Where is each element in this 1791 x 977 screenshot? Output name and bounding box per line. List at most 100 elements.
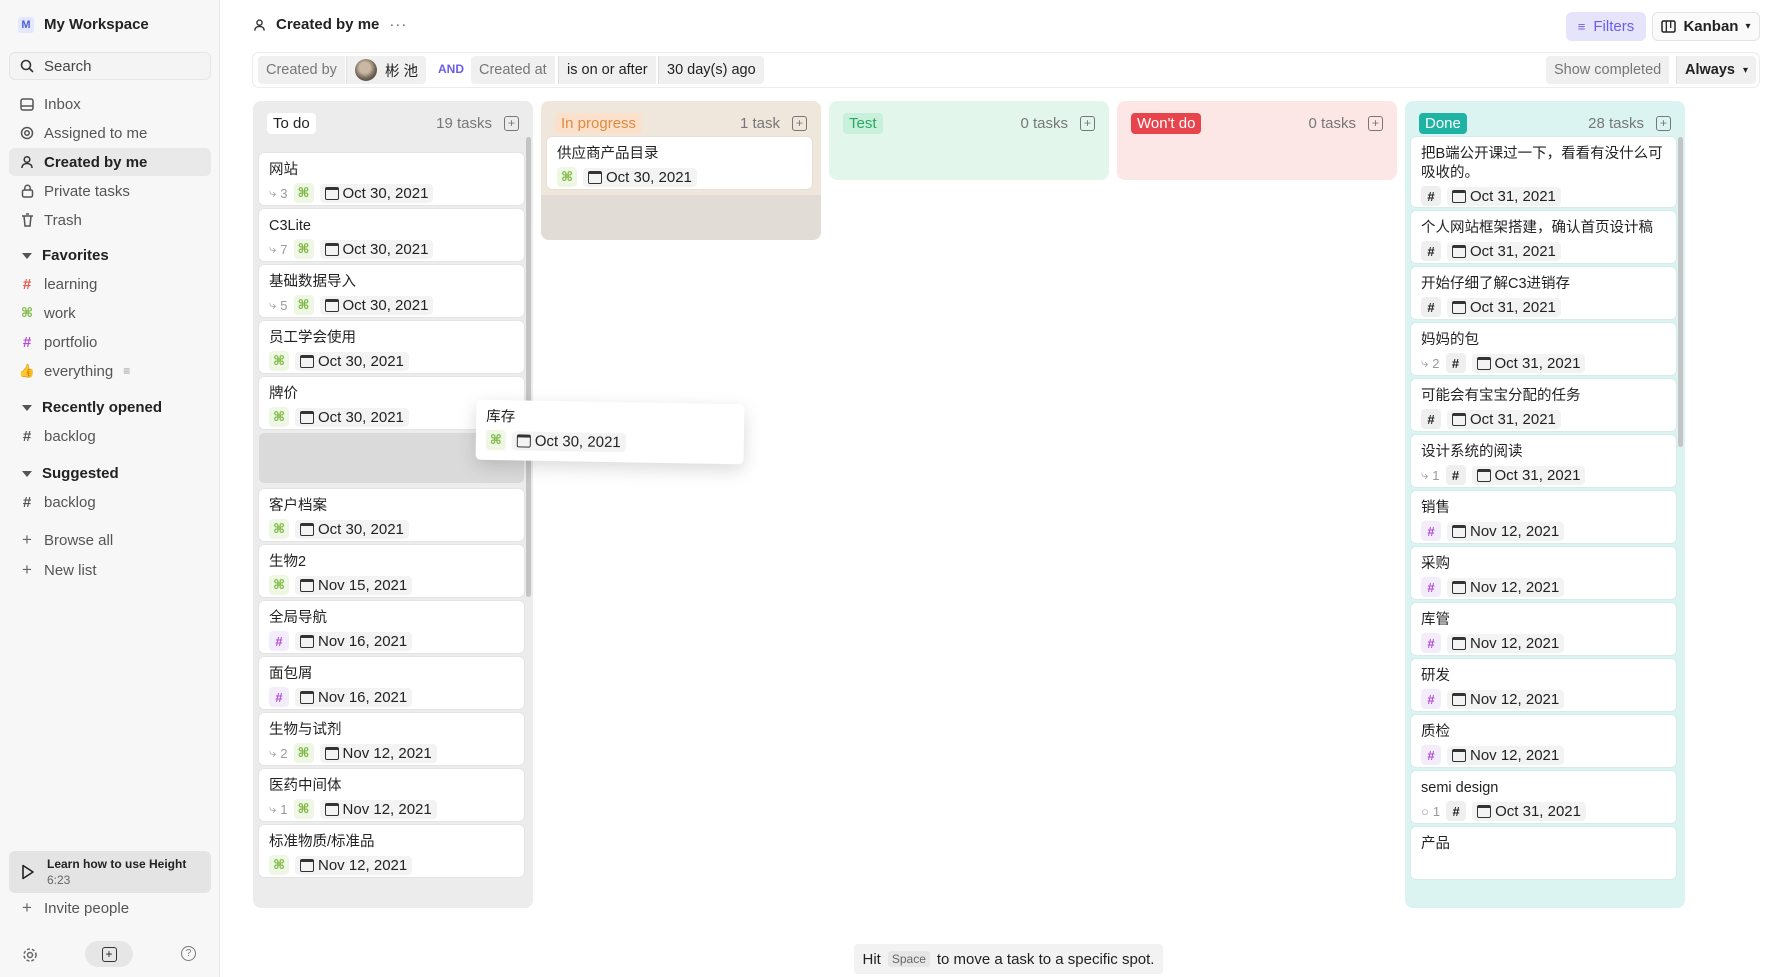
task-card[interactable]: 医药中间体 ⤷ 1 ⌘ Nov 12, 2021 — [259, 769, 524, 821]
nav-label: Created by me — [44, 153, 148, 171]
task-card[interactable]: 把B端公开课过一下，看看有没什么可吸收的。 # Oct 31, 2021 — [1411, 137, 1676, 207]
nav-created-by-me[interactable]: Created by me — [9, 148, 211, 176]
due-date[interactable]: Nov 16, 2021 — [295, 687, 413, 707]
new-task-button[interactable]: + — [85, 941, 133, 967]
task-card[interactable]: semi design ○ 1 # Oct 31, 2021 — [1411, 771, 1676, 823]
due-date[interactable]: Nov 12, 2021 — [1447, 577, 1565, 597]
task-card[interactable]: 生物2 ⌘ Nov 15, 2021 — [259, 545, 524, 597]
suggested-backlog[interactable]: # backlog — [9, 488, 211, 516]
due-date[interactable]: Nov 12, 2021 — [1447, 689, 1565, 709]
filters-button[interactable]: ≡ Filters — [1566, 12, 1646, 41]
task-card[interactable]: 员工学会使用 ⌘ Oct 30, 2021 — [259, 321, 524, 373]
task-card[interactable]: 客户档案 ⌘ Oct 30, 2021 — [259, 489, 524, 541]
help-icon[interactable]: ? — [181, 946, 196, 961]
due-date[interactable]: Oct 30, 2021 — [511, 430, 626, 452]
due-date[interactable]: Oct 30, 2021 — [295, 351, 409, 371]
search-input[interactable]: Search — [9, 52, 211, 80]
task-card[interactable]: 采购 # Nov 12, 2021 — [1411, 547, 1676, 599]
filter-operator[interactable]: is on or after — [558, 56, 656, 84]
due-date[interactable]: Oct 31, 2021 — [1447, 297, 1561, 317]
due-date[interactable]: Oct 30, 2021 — [319, 183, 434, 203]
nav-private[interactable]: Private tasks — [9, 177, 211, 205]
scrollbar[interactable] — [1678, 137, 1683, 447]
due-date-text: Oct 31, 2021 — [1470, 298, 1556, 316]
new-list-button[interactable]: + New list — [9, 556, 211, 584]
dragging-task-card[interactable]: 库存 ⌘ Oct 30, 2021 — [475, 399, 745, 465]
filter-value[interactable]: 30 day(s) ago — [658, 56, 764, 84]
due-date[interactable]: Oct 31, 2021 — [1471, 353, 1586, 373]
more-options-icon[interactable]: ··· — [389, 16, 407, 33]
task-card[interactable]: 面包屑 # Nov 16, 2021 — [259, 657, 524, 709]
add-task-icon[interactable]: + — [504, 115, 519, 131]
task-card[interactable]: 妈妈的包 ⤷ 2 # Oct 31, 2021 — [1411, 323, 1676, 375]
nav-assigned[interactable]: Assigned to me — [9, 119, 211, 147]
task-card[interactable]: 可能会有宝宝分配的任务 # Oct 31, 2021 — [1411, 379, 1676, 431]
column-label[interactable]: Won't do — [1131, 112, 1202, 134]
suggested-header[interactable]: Suggested — [22, 465, 119, 482]
favorite-work[interactable]: ⌘ work — [9, 299, 211, 327]
due-date[interactable]: Nov 16, 2021 — [295, 631, 413, 651]
scrollbar[interactable] — [526, 137, 531, 597]
browse-all-button[interactable]: + Browse all — [9, 526, 211, 554]
due-date[interactable]: Nov 12, 2021 — [1447, 745, 1565, 765]
nav-inbox[interactable]: Inbox — [9, 90, 211, 118]
invite-people-button[interactable]: + Invite people — [9, 894, 211, 922]
due-date[interactable]: Nov 15, 2021 — [295, 575, 413, 595]
column-label[interactable]: Test — [843, 112, 883, 134]
due-date[interactable]: Nov 12, 2021 — [319, 743, 437, 763]
due-date[interactable]: Oct 30, 2021 — [583, 167, 697, 187]
filter-created-by-label[interactable]: Created by — [258, 56, 345, 84]
favorites-header[interactable]: Favorites — [22, 247, 109, 264]
recent-backlog[interactable]: # backlog — [9, 422, 211, 450]
task-card[interactable]: 销售 # Nov 12, 2021 — [1411, 491, 1676, 543]
favorite-everything[interactable]: 👍 everything ≡ — [9, 357, 211, 385]
task-card[interactable]: 质检 # Nov 12, 2021 — [1411, 715, 1676, 767]
task-card[interactable]: 全局导航 # Nov 16, 2021 — [259, 601, 524, 653]
column-label[interactable]: To do — [267, 112, 316, 134]
view-switcher[interactable]: Kanban ▾ — [1652, 12, 1760, 41]
due-date[interactable]: Nov 12, 2021 — [295, 855, 413, 875]
recent-header[interactable]: Recently opened — [22, 399, 162, 416]
due-date[interactable]: Oct 30, 2021 — [319, 239, 434, 259]
task-card[interactable]: 生物与试剂 ⤷ 2 ⌘ Nov 12, 2021 — [259, 713, 524, 765]
favorite-portfolio[interactable]: # portfolio — [9, 328, 211, 356]
add-task-icon[interactable]: + — [1656, 115, 1671, 131]
add-task-icon[interactable]: + — [1368, 115, 1383, 131]
task-card[interactable]: 个人网站框架搭建，确认首页设计稿 # Oct 31, 2021 — [1411, 211, 1676, 263]
task-card[interactable]: 基础数据导入 ⤷ 5 ⌘ Oct 30, 2021 — [259, 265, 524, 317]
column-label[interactable]: Done — [1419, 112, 1467, 134]
task-title: 医药中间体 — [269, 778, 342, 794]
and-operator[interactable]: AND — [438, 62, 464, 76]
task-card[interactable]: 网站 ⤷ 3 ⌘ Oct 30, 2021 — [259, 153, 524, 205]
add-task-icon[interactable]: + — [792, 115, 807, 131]
task-card[interactable]: 供应商产品目录 ⌘ Oct 30, 2021 — [547, 137, 812, 189]
add-task-icon[interactable]: + — [1080, 115, 1095, 131]
task-card[interactable]: C3Lite ⤷ 7 ⌘ Oct 30, 2021 — [259, 209, 524, 261]
due-date[interactable]: Oct 30, 2021 — [295, 519, 409, 539]
due-date[interactable]: Oct 31, 2021 — [1472, 801, 1586, 821]
learn-video-card[interactable]: Learn how to use Height 6:23 — [9, 851, 211, 893]
filter-created-at-label[interactable]: Created at — [471, 56, 555, 84]
due-date[interactable]: Oct 31, 2021 — [1471, 465, 1586, 485]
task-card[interactable]: 库管 # Nov 12, 2021 — [1411, 603, 1676, 655]
column-label[interactable]: In progress — [555, 112, 643, 134]
show-completed-select[interactable]: Always ▾ — [1676, 56, 1757, 84]
nav-trash[interactable]: Trash — [9, 206, 211, 234]
due-date[interactable]: Oct 31, 2021 — [1447, 409, 1561, 429]
gear-icon[interactable] — [22, 947, 38, 963]
favorite-learning[interactable]: # learning — [9, 270, 211, 298]
task-card[interactable]: 设计系统的阅读 ⤷ 1 # Oct 31, 2021 — [1411, 435, 1676, 487]
due-date[interactable]: Nov 12, 2021 — [1447, 633, 1565, 653]
task-card[interactable]: 产品 — [1411, 827, 1676, 879]
filter-created-by-value[interactable]: 彬 池 — [346, 56, 427, 84]
due-date[interactable]: Nov 12, 2021 — [1447, 521, 1565, 541]
due-date[interactable]: Nov 12, 2021 — [319, 799, 437, 819]
task-card[interactable]: 标准物质/标准品 ⌘ Nov 12, 2021 — [259, 825, 524, 877]
task-card[interactable]: 研发 # Nov 12, 2021 — [1411, 659, 1676, 711]
due-date[interactable]: Oct 31, 2021 — [1447, 241, 1561, 261]
task-card[interactable]: 开始仔细了解C3进销存 # Oct 31, 2021 — [1411, 267, 1676, 319]
due-date[interactable]: Oct 31, 2021 — [1447, 186, 1561, 206]
workspace-switcher[interactable]: M My Workspace — [18, 16, 149, 33]
due-date[interactable]: Oct 30, 2021 — [295, 407, 409, 427]
due-date[interactable]: Oct 30, 2021 — [319, 295, 434, 315]
